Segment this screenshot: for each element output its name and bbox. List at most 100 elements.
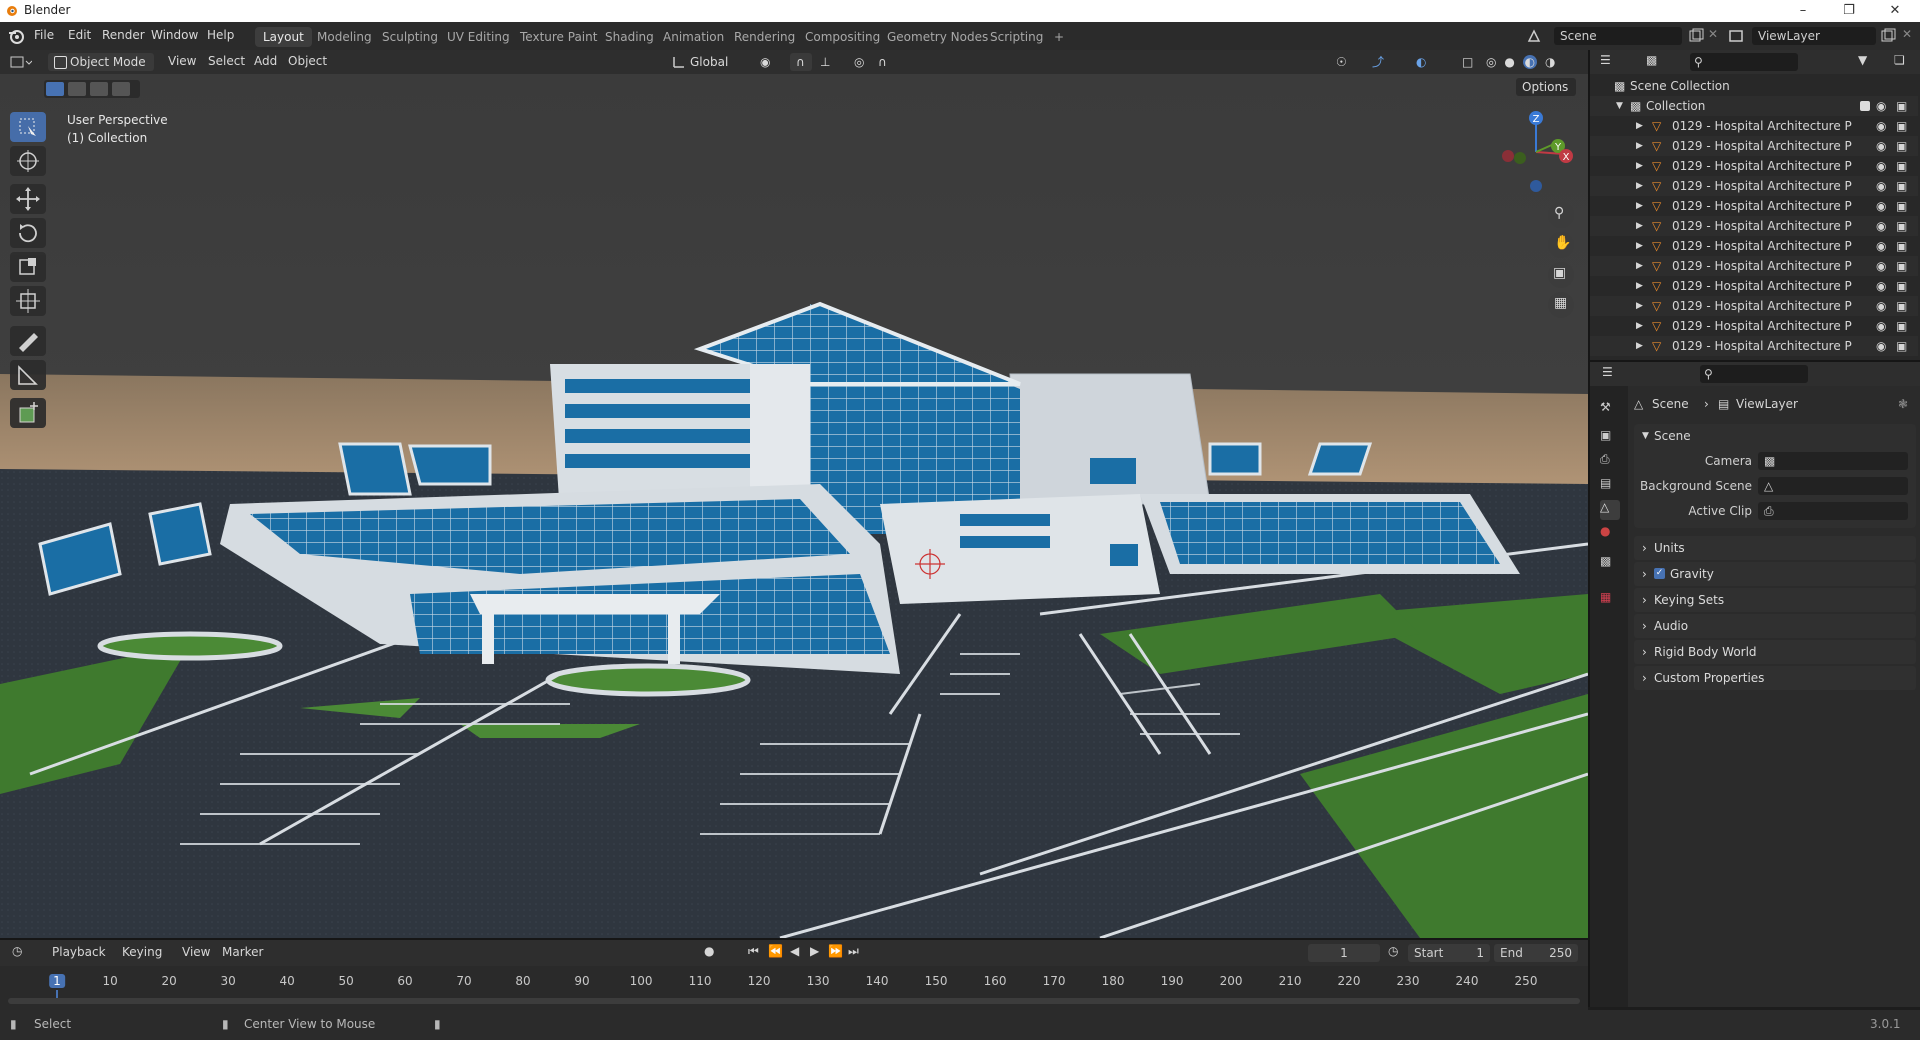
menu-object[interactable]: Object <box>288 54 327 68</box>
expand-arrow-icon[interactable]: ▶ <box>1636 216 1643 236</box>
eye-icon[interactable]: ◉ <box>1876 176 1886 196</box>
expand-arrow-icon[interactable]: ▶ <box>1636 136 1643 156</box>
tab-animation[interactable]: Animation <box>655 27 732 47</box>
filter-icon[interactable]: ▼ <box>1858 53 1867 67</box>
restore-icon[interactable]: ❐ <box>1826 0 1872 22</box>
new-viewlayer-icon[interactable] <box>1880 28 1896 44</box>
menu-file[interactable]: File <box>34 28 54 42</box>
wireframe-icon[interactable]: ◎ <box>1486 55 1496 69</box>
solid-icon[interactable]: ● <box>1504 55 1514 69</box>
outliner-search-input[interactable]: ⚲ <box>1690 53 1798 71</box>
outliner-item[interactable]: ▶ ▽ 0129 - Hospital Architecture Project ◉ ▣ <box>1590 296 1918 316</box>
audio-section[interactable]: › Audio <box>1634 614 1916 638</box>
render-camera-icon[interactable]: ▣ <box>1896 256 1907 276</box>
select-new-icon[interactable] <box>46 82 64 96</box>
visibility-button[interactable]: ☉ <box>1330 53 1360 71</box>
outliner-scene-collection[interactable]: ▩ Scene Collection <box>1590 76 1918 96</box>
expand-arrow-icon[interactable]: ▶ <box>1636 116 1643 136</box>
render-camera-icon[interactable]: ▣ <box>1896 196 1907 216</box>
add-workspace-button[interactable]: + <box>1046 27 1072 47</box>
camera-field[interactable]: ▩ <box>1758 452 1908 470</box>
keying-sets-section[interactable]: › Keying Sets <box>1634 588 1916 612</box>
properties-search-input[interactable]: ⚲ <box>1700 365 1808 383</box>
eye-icon[interactable]: ◉ <box>1876 276 1886 296</box>
delete-scene-icon[interactable]: ✕ <box>1708 27 1718 41</box>
select-extend-icon[interactable] <box>68 82 86 96</box>
annotate-tool[interactable] <box>10 326 46 356</box>
active-clip-field[interactable]: ⎙ <box>1758 502 1908 520</box>
tab-rendering[interactable]: Rendering <box>726 27 803 47</box>
expand-arrow-icon[interactable]: ▶ <box>1636 156 1643 176</box>
eye-icon[interactable]: ◉ <box>1876 256 1886 276</box>
zoom-view-button[interactable]: ⚲ <box>1548 202 1574 228</box>
render-camera-icon[interactable]: ▣ <box>1896 216 1907 236</box>
pin-icon[interactable]: ❃ <box>1898 394 1908 414</box>
collection-tab-icon[interactable]: ▩ <box>1600 554 1620 574</box>
outliner-item[interactable]: ▶ ▽ 0129 - Hospital Architecture Project ◉ ▣ <box>1590 256 1918 276</box>
move-tool[interactable] <box>10 184 46 214</box>
render-camera-icon[interactable]: ▣ <box>1896 276 1907 296</box>
select-subtract-icon[interactable] <box>90 82 108 96</box>
outliner-item[interactable]: ▶ ▽ 0129 - Hospital Architecture Project ◉ ▣ <box>1590 336 1918 356</box>
world-tab-icon[interactable]: ● <box>1600 524 1620 544</box>
scene-subpanel-header[interactable]: ▼ Scene <box>1634 424 1916 448</box>
eye-icon[interactable]: ◉ <box>1876 136 1886 156</box>
rigid-body-world-section[interactable]: › Rigid Body World <box>1634 640 1916 664</box>
select-invert-icon[interactable] <box>112 82 130 96</box>
tab-scripting[interactable]: Scripting <box>982 27 1051 47</box>
outliner-item[interactable]: ▶ ▽ 0129 - Hospital Architecture Project ◉ ▣ <box>1590 136 1918 156</box>
render-camera-icon[interactable]: ▣ <box>1896 316 1907 336</box>
menu-render[interactable]: Render <box>102 28 145 42</box>
expand-arrow-icon[interactable]: ▶ <box>1636 296 1643 316</box>
gravity-checkbox[interactable]: ✓ <box>1654 568 1665 579</box>
eye-icon[interactable]: ◉ <box>1876 156 1886 176</box>
expand-arrow-icon[interactable]: ▶ <box>1636 256 1643 276</box>
transform-tool[interactable] <box>10 286 46 316</box>
eye-icon[interactable]: ◉ <box>1876 116 1886 136</box>
eye-icon[interactable]: ◉ <box>1876 236 1886 256</box>
outliner-item[interactable]: ▶ ▽ 0129 - Hospital Architecture Project ◉ ▣ <box>1590 116 1918 136</box>
tab-compositing[interactable]: Compositing <box>797 27 888 47</box>
properties-editor-type-icon[interactable]: ☰ <box>1602 365 1613 379</box>
tab-layout[interactable]: Layout <box>255 27 312 47</box>
eye-icon[interactable]: ◉ <box>1876 96 1886 116</box>
eye-icon[interactable]: ◉ <box>1876 336 1886 356</box>
pivot-point-button[interactable]: ◉ <box>754 53 784 71</box>
xray-toggle[interactable]: □ <box>1456 53 1476 71</box>
close-icon[interactable]: ✕ <box>1872 0 1918 22</box>
scene-tab-icon[interactable]: △ <box>1600 500 1620 520</box>
menu-help[interactable]: Help <box>207 28 234 42</box>
timeline-scrollbar[interactable] <box>8 998 1580 1004</box>
expand-arrow-icon[interactable]: ▶ <box>1636 276 1643 296</box>
transform-orientation-selector[interactable]: Global <box>668 53 746 71</box>
tab-sculpting[interactable]: Sculpting <box>374 27 446 47</box>
render-tab-icon[interactable]: ▣ <box>1600 428 1620 448</box>
gizmo-toggle[interactable]: ⤴ <box>1366 53 1396 71</box>
render-camera-icon[interactable]: ▣ <box>1896 176 1907 196</box>
collapse-arrow-icon[interactable]: ▼ <box>1616 96 1623 116</box>
render-camera-icon[interactable]: ▣ <box>1896 116 1907 136</box>
tab-texture-paint[interactable]: Texture Paint <box>512 27 605 47</box>
playhead-line[interactable] <box>56 990 58 998</box>
viewlayer-selector[interactable]: ViewLayer <box>1752 27 1876 45</box>
shading-mode-group[interactable]: ◎ ● ◐ ◑ <box>1480 53 1576 71</box>
expand-arrow-icon[interactable]: ▶ <box>1636 316 1643 336</box>
material-preview-icon[interactable]: ◐ <box>1522 55 1538 69</box>
outliner-item[interactable]: ▶ ▽ 0129 - Hospital Architecture Project ◉ ▣ <box>1590 276 1918 296</box>
outliner-item[interactable]: ▶ ▽ 0129 - Hospital Architecture Project ◉ ▣ <box>1590 236 1918 256</box>
render-camera-icon[interactable]: ▣ <box>1896 336 1907 356</box>
custom-properties-section[interactable]: › Custom Properties <box>1634 666 1916 690</box>
menu-select[interactable]: Select <box>208 54 245 68</box>
gravity-section[interactable]: › ✓ Gravity <box>1634 562 1916 586</box>
ortho-toggle-button[interactable]: ▦ <box>1548 292 1574 318</box>
3d-viewport[interactable]: User Perspective (1) Collection Options … <box>0 74 1588 938</box>
snap-target-button[interactable]: ⊥ <box>814 53 844 71</box>
outliner-item[interactable]: ▶ ▽ 0129 - Hospital Architecture Project ◉ ▣ <box>1590 216 1918 236</box>
outliner-item[interactable]: ▶ ▽ 0129 - Hospital Architecture Project ◉ ▣ <box>1590 196 1918 216</box>
render-camera-icon[interactable]: ▣ <box>1896 136 1907 156</box>
eye-icon[interactable]: ◉ <box>1876 296 1886 316</box>
menu-view[interactable]: View <box>168 54 196 68</box>
collection-checkbox[interactable] <box>1860 101 1870 111</box>
outliner-item[interactable]: ▶ ▽ 0129 - Hospital Architecture Project ◉ ▣ <box>1590 156 1918 176</box>
snap-toggle[interactable]: ∩ <box>790 53 812 71</box>
